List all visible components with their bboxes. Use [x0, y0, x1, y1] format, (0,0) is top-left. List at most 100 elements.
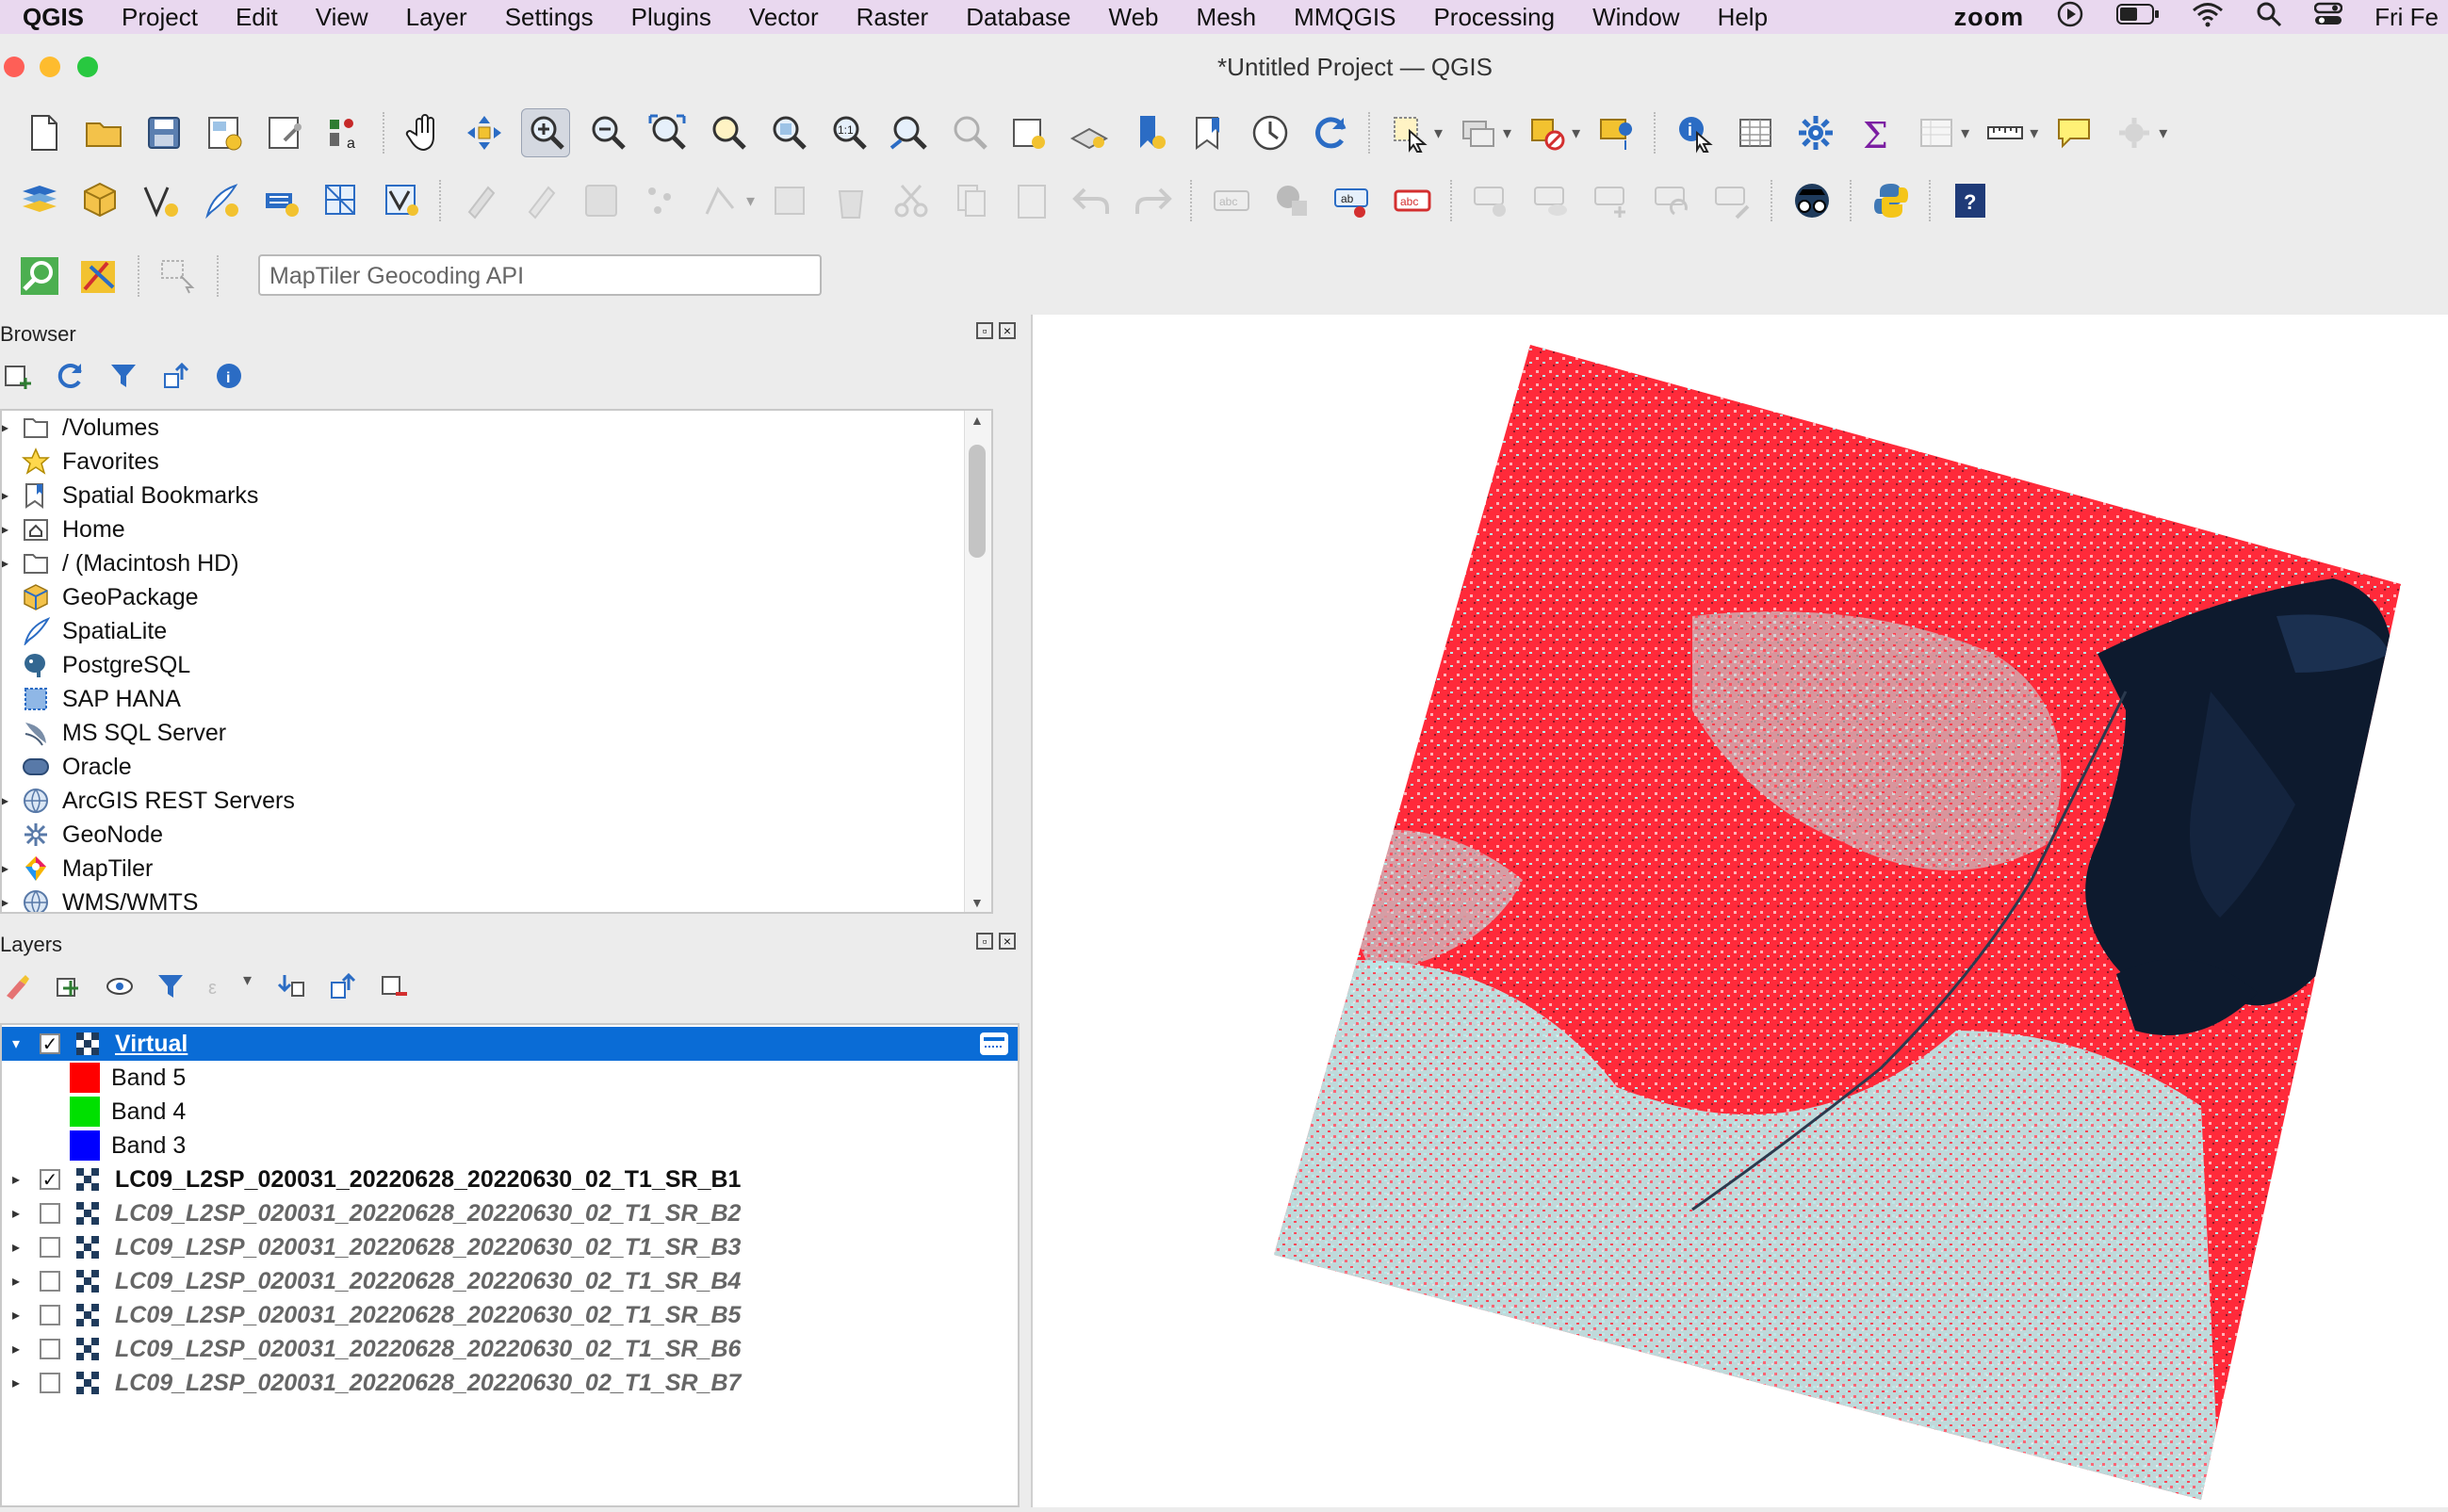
menu-help[interactable]: Help [1699, 3, 1787, 32]
select-features-icon[interactable] [1386, 109, 1433, 156]
browser-item-oracle[interactable]: Oracle [2, 750, 991, 784]
new-project-icon[interactable] [20, 109, 67, 156]
change-label-icon[interactable] [1709, 177, 1756, 224]
style-manager-icon[interactable]: a [321, 109, 368, 156]
layer-row-b4[interactable]: ▸ LC09_L2SP_020031_20220628_20220630_02_… [2, 1264, 1018, 1298]
chevron-down-icon[interactable]: ▾ [1503, 123, 1511, 143]
menu-view[interactable]: View [297, 3, 387, 32]
scroll-up-icon[interactable]: ▲ [971, 413, 984, 428]
browser-item-home[interactable]: ▸ Home [2, 512, 991, 546]
paste-features-icon[interactable] [1008, 177, 1055, 224]
scrollbar-thumb[interactable] [969, 445, 986, 558]
incognito-plugin-icon[interactable] [1788, 177, 1836, 224]
layer-row-b5[interactable]: ▸ LC09_L2SP_020031_20220628_20220630_02_… [2, 1298, 1018, 1332]
statistical-summary-icon[interactable]: Σ [1852, 109, 1900, 156]
browser-item-volumes[interactable]: ▸ /Volumes [2, 411, 991, 445]
battery-icon[interactable] [2116, 2, 2160, 33]
style-panel-icon[interactable] [2, 970, 34, 1002]
layer-checkbox[interactable] [40, 1271, 60, 1292]
layer-checkbox[interactable] [40, 1237, 60, 1258]
float-panel-button[interactable]: ▫ [976, 933, 993, 950]
scroll-down-icon[interactable]: ▼ [971, 895, 984, 910]
toolbox-icon[interactable] [1792, 109, 1839, 156]
attribute-table-options-icon[interactable] [1913, 109, 1960, 156]
expand-arrow-icon[interactable]: ▸ [2, 893, 13, 912]
new-geopackage-layer-icon[interactable] [76, 177, 123, 224]
layer-row-b2[interactable]: ▸ LC09_L2SP_020031_20220628_20220630_02_… [2, 1196, 1018, 1230]
select-by-location-icon[interactable] [1592, 109, 1640, 156]
help-contents-icon[interactable]: ? [1947, 177, 1994, 224]
chevron-down-icon[interactable]: ▾ [2030, 123, 2038, 143]
browser-item-macintosh-hd[interactable]: ▸ / (Macintosh HD) [2, 546, 991, 580]
menu-settings[interactable]: Settings [486, 3, 612, 32]
refresh-browser-icon[interactable] [55, 360, 87, 392]
clock[interactable]: Fri Fe [2375, 3, 2439, 32]
copy-features-icon[interactable] [948, 177, 995, 224]
undo-icon[interactable] [1069, 177, 1116, 224]
cut-features-icon[interactable] [888, 177, 935, 224]
open-project-icon[interactable] [80, 109, 127, 156]
chevron-down-icon[interactable]: ▾ [243, 970, 252, 1002]
pan-map-icon[interactable] [400, 109, 448, 156]
browser-item-arcgis-rest[interactable]: ▸ ArcGIS REST Servers [2, 784, 991, 818]
redo-icon[interactable] [1129, 177, 1176, 224]
collapse-all-icon[interactable] [160, 360, 192, 392]
vertex-tool-icon[interactable] [698, 177, 745, 224]
map-tips-icon[interactable] [2050, 109, 2097, 156]
new-mesh-layer-icon[interactable] [318, 177, 365, 224]
layer-row-b1[interactable]: ▸ ✓ LC09_L2SP_020031_20220628_20220630_0… [2, 1162, 1018, 1196]
close-panel-button[interactable]: × [999, 322, 1016, 339]
zoom-out-icon[interactable] [583, 109, 630, 156]
digitize-plugin-icon[interactable] [76, 252, 123, 300]
show-bookmarks-icon[interactable] [1186, 109, 1233, 156]
save-layer-edits-icon[interactable] [578, 177, 625, 224]
expand-arrow-icon[interactable]: ▸ [8, 1340, 24, 1358]
new-map-view-icon[interactable] [1005, 109, 1053, 156]
add-selected-layers-icon[interactable] [2, 360, 34, 392]
pan-to-selection-icon[interactable] [461, 109, 508, 156]
menu-web[interactable]: Web [1090, 3, 1178, 32]
expand-arrow-icon[interactable]: ▸ [8, 1272, 24, 1291]
menu-raster[interactable]: Raster [838, 3, 948, 32]
chevron-down-icon[interactable]: ▾ [1572, 123, 1580, 143]
layer-checkbox[interactable] [40, 1373, 60, 1393]
layer-diagram-options-icon[interactable] [1268, 177, 1315, 224]
new-temporary-layer-icon[interactable] [378, 177, 425, 224]
chevron-down-icon[interactable]: ▾ [1434, 123, 1443, 143]
zoom-last-icon[interactable] [885, 109, 932, 156]
manage-visibility-icon[interactable] [104, 970, 136, 1002]
browser-item-geonode[interactable]: GeoNode [2, 818, 991, 852]
deselect-all-layers-icon[interactable] [1524, 109, 1571, 156]
close-panel-button[interactable]: × [999, 933, 1016, 950]
layer-checkbox[interactable]: ✓ [40, 1033, 60, 1055]
expand-arrow-icon[interactable]: ▸ [8, 1170, 24, 1189]
pin-unpin-labels-icon[interactable] [1468, 177, 1515, 224]
refresh-icon[interactable] [1307, 109, 1354, 156]
expand-arrow-icon[interactable]: ▸ [2, 418, 13, 437]
menu-mesh[interactable]: Mesh [1178, 3, 1276, 32]
browser-item-spatial-bookmarks[interactable]: ▸ Spatial Bookmarks [2, 479, 991, 512]
expand-arrow-icon[interactable]: ▸ [2, 791, 13, 810]
expand-all-icon[interactable] [276, 970, 308, 1002]
browser-scrollbar[interactable]: ▲ ▼ [964, 411, 991, 912]
new-shapefile-layer-icon[interactable] [137, 177, 184, 224]
new-3d-map-view-icon[interactable] [1066, 109, 1113, 156]
chevron-down-icon[interactable]: ▾ [2159, 123, 2167, 143]
spotlight-search-icon[interactable] [2256, 1, 2282, 34]
collapse-all-icon[interactable] [327, 970, 359, 1002]
menu-vector[interactable]: Vector [730, 3, 838, 32]
new-spatial-bookmark-icon[interactable] [1126, 109, 1173, 156]
data-source-manager-icon[interactable] [16, 177, 63, 224]
zoom-full-icon[interactable] [644, 109, 691, 156]
layer-row-b7[interactable]: ▸ LC09_L2SP_020031_20220628_20220630_02_… [2, 1366, 1018, 1400]
info-icon[interactable]: i [213, 360, 245, 392]
highlight-labels-icon[interactable]: abc [1389, 177, 1436, 224]
processing-options-icon[interactable] [2111, 109, 2158, 156]
layout-manager-icon[interactable] [261, 109, 308, 156]
measure-line-icon[interactable] [1982, 109, 2029, 156]
expand-arrow-icon[interactable]: ▸ [8, 1238, 24, 1257]
label-toolbar-icon[interactable]: abc [1208, 177, 1255, 224]
play-icon[interactable] [2056, 0, 2084, 35]
zoom-native-resolution-icon[interactable]: 1:1 [824, 109, 872, 156]
map-canvas[interactable] [1031, 315, 2448, 1507]
